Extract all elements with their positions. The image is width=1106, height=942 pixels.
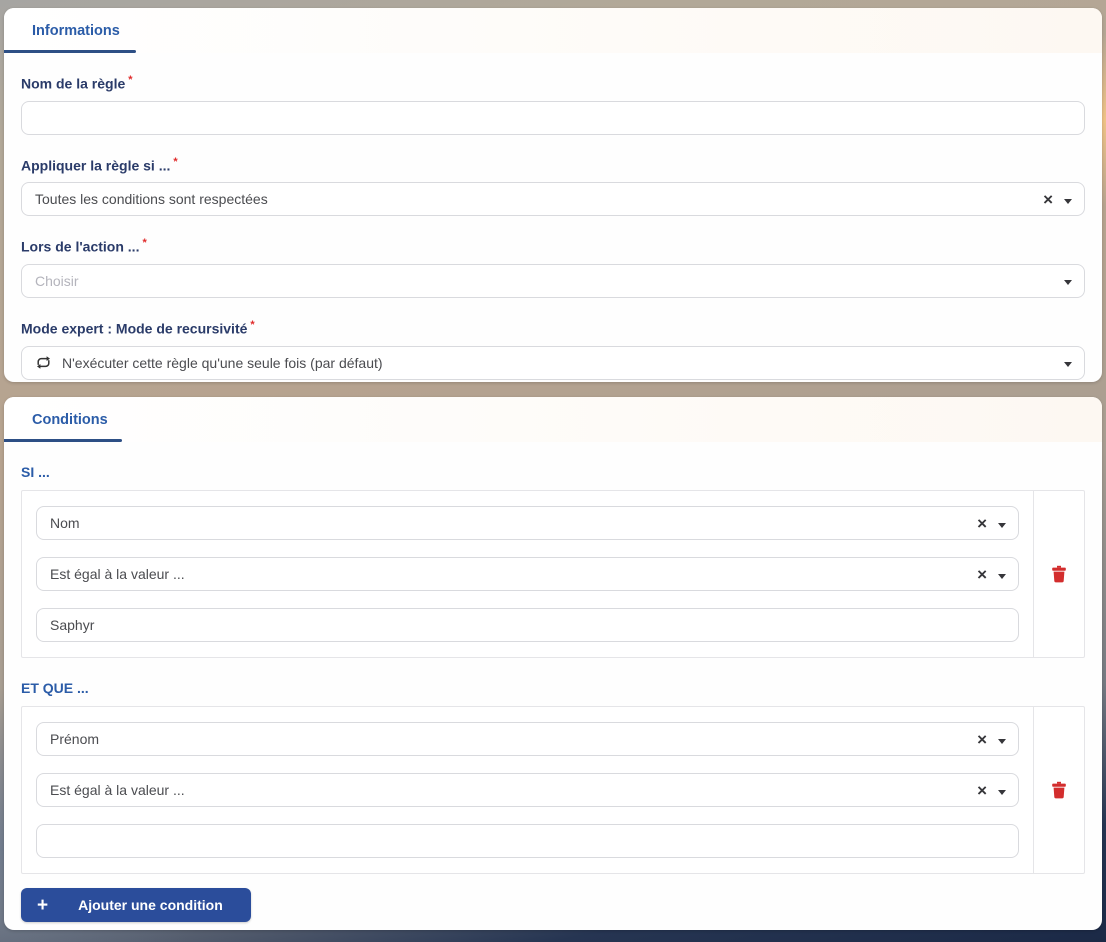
add-condition-label: Ajouter une condition	[78, 897, 223, 913]
required-asterisk: *	[128, 74, 133, 86]
active-tab-underline	[4, 50, 136, 53]
chevron-down-icon[interactable]	[1064, 198, 1072, 204]
clear-icon[interactable]: ×	[1043, 191, 1053, 208]
page-background: { "colors": { "accent_blue": "#2b4d9b", …	[0, 0, 1106, 942]
condition-group-heading-et-que: ET QUE ...	[21, 680, 89, 696]
condition-field-select[interactable]: Nom ×	[36, 506, 1019, 540]
on-action-placeholder: Choisir	[35, 272, 79, 289]
tab-informations[interactable]: Informations	[32, 8, 120, 53]
chevron-down-icon[interactable]	[998, 573, 1006, 579]
condition-value-input[interactable]	[36, 608, 1019, 642]
apply-if-label: Appliquer la règle si ... *	[21, 155, 178, 174]
trash-icon[interactable]	[1051, 781, 1067, 799]
condition-operator-value: Est égal à la valeur ...	[50, 566, 185, 582]
clear-icon[interactable]: ×	[977, 782, 987, 799]
tab-conditions[interactable]: Conditions	[32, 397, 108, 442]
condition-group-heading-si: SI ...	[21, 464, 50, 480]
condition-group-si: Nom × Est égal à la valeur ... ×	[21, 490, 1085, 658]
informations-form: Nom de la règle * Appliquer la règle si .…	[4, 71, 1102, 380]
conditions-tabbar: Conditions	[4, 397, 1102, 442]
condition-field-value: Prénom	[50, 731, 100, 747]
recursion-mode-label: Mode expert : Mode de recursivité *	[21, 318, 255, 337]
rule-name-input[interactable]	[21, 100, 1085, 135]
conditions-form: SI ... Nom × Est égal à la valeur ... ×	[4, 464, 1102, 922]
add-condition-button[interactable]: + Ajouter une condition	[21, 888, 251, 922]
on-action-label: Lors de l'action ... *	[21, 237, 147, 255]
chevron-down-icon[interactable]	[998, 522, 1006, 528]
repeat-icon	[35, 355, 52, 370]
chevron-down-icon[interactable]	[1064, 280, 1072, 286]
condition-field-value: Nom	[50, 515, 80, 531]
chevron-down-icon[interactable]	[998, 738, 1006, 744]
condition-operator-select[interactable]: Est égal à la valeur ... ×	[36, 773, 1019, 807]
on-action-select[interactable]: Choisir	[21, 263, 1085, 298]
required-asterisk: *	[250, 318, 255, 331]
chevron-down-icon[interactable]	[998, 789, 1006, 795]
tab-conditions-label: Conditions	[32, 411, 108, 428]
informations-tabbar: Informations	[4, 8, 1102, 53]
rule-name-label: Nom de la règle *	[21, 74, 133, 92]
required-asterisk: *	[142, 237, 147, 250]
clear-icon[interactable]: ×	[977, 515, 987, 532]
clear-icon[interactable]: ×	[977, 566, 987, 583]
conditions-card: Conditions SI ... Nom × Est égal à la va…	[4, 397, 1102, 930]
required-asterisk: *	[173, 155, 178, 168]
clear-icon[interactable]: ×	[977, 731, 987, 748]
recursion-mode-selected-value: N'exécuter cette règle qu'une seule fois…	[62, 354, 383, 371]
condition-operator-select[interactable]: Est égal à la valeur ... ×	[36, 557, 1019, 591]
informations-card: Informations Nom de la règle * Appliquer …	[4, 8, 1102, 382]
condition-operator-value: Est égal à la valeur ...	[50, 782, 185, 798]
chevron-down-icon[interactable]	[1064, 362, 1072, 368]
condition-value-input[interactable]	[36, 824, 1019, 858]
apply-if-select[interactable]: Toutes les conditions sont respectées ×	[21, 182, 1085, 217]
active-tab-underline	[4, 439, 122, 442]
condition-group-et-que: Prénom × Est égal à la valeur ... ×	[21, 706, 1085, 874]
condition-field-select[interactable]: Prénom ×	[36, 722, 1019, 756]
trash-icon[interactable]	[1051, 565, 1067, 583]
tab-informations-label: Informations	[32, 22, 120, 39]
recursion-mode-select[interactable]: N'exécuter cette règle qu'une seule fois…	[21, 345, 1085, 380]
apply-if-selected-value: Toutes les conditions sont respectées	[35, 191, 268, 208]
plus-icon: +	[37, 894, 49, 916]
